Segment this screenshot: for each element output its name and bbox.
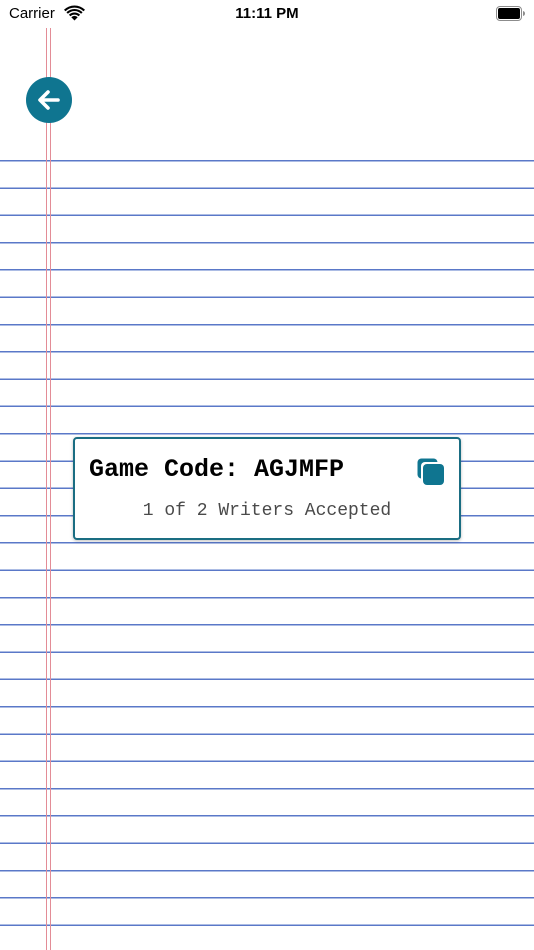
game-lobby-screen: Carrier 11:11 PM Game Code: AGJMFP 1 of …: [0, 0, 534, 950]
ruled-paper-background: [0, 160, 534, 950]
status-time: 11:11 PM: [235, 5, 299, 22]
game-code-card: Game Code: AGJMFP 1 of 2 Writers Accepte…: [73, 437, 461, 540]
back-button[interactable]: [26, 77, 72, 123]
arrow-left-icon: [38, 90, 60, 110]
copy-icon: [417, 458, 445, 486]
game-code-title: Game Code: AGJMFP: [89, 455, 345, 484]
writers-accepted-status: 1 of 2 Writers Accepted: [142, 501, 392, 521]
status-bar: Carrier 11:11 PM: [0, 0, 534, 28]
battery-full-icon: [496, 6, 526, 21]
copy-code-button[interactable]: [416, 457, 446, 487]
paper-margin-line: [46, 28, 51, 950]
